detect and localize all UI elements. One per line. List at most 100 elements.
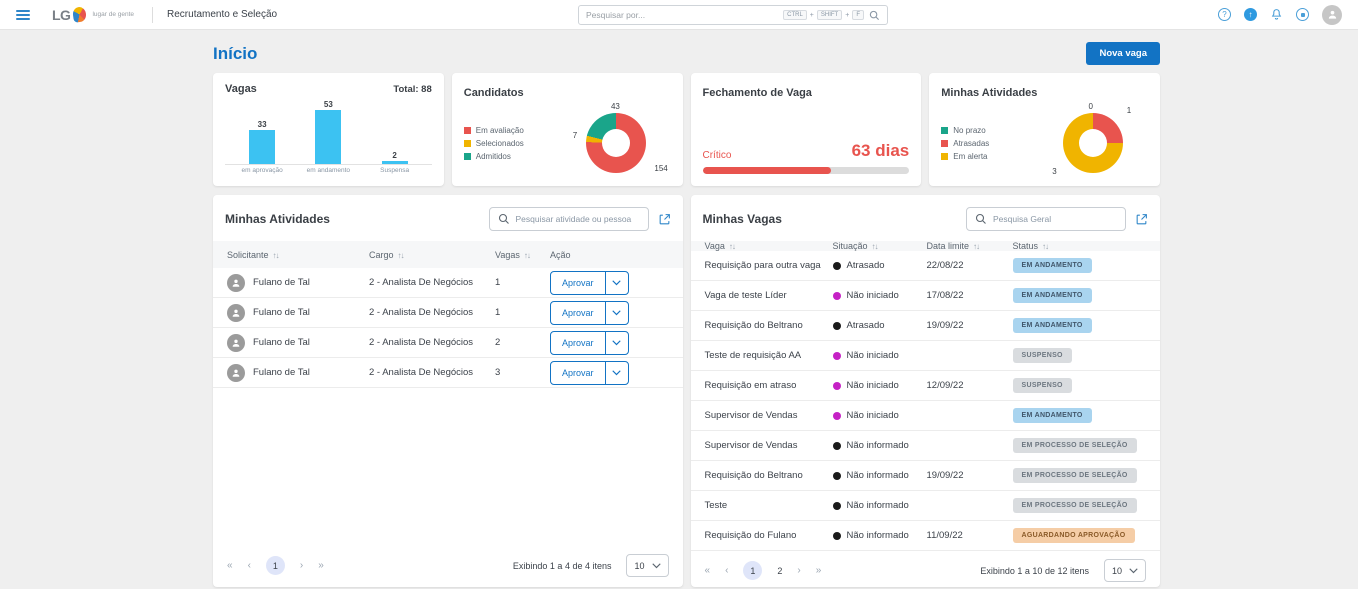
- help-icon[interactable]: ?: [1218, 8, 1231, 21]
- page-number[interactable]: 1: [743, 561, 762, 580]
- first-page-button[interactable]: «: [227, 560, 233, 571]
- status-badge: SUSPENSO: [1013, 378, 1072, 393]
- legend-item: Atrasadas: [941, 139, 1033, 148]
- approve-button[interactable]: Aprovar: [550, 271, 606, 295]
- situation-label: Não iniciado: [847, 350, 899, 361]
- page-size-value: 10: [634, 561, 644, 571]
- vacancies-export-icon[interactable]: [1135, 213, 1148, 226]
- situation-cell: Não informado: [833, 500, 927, 511]
- table-row: Fulano de Tal2 - Analista De Negócios1Ap…: [213, 298, 683, 328]
- situation-label: Não iniciado: [847, 290, 899, 301]
- search-icon: [975, 213, 987, 225]
- vacancies-count-cell: 1: [495, 307, 550, 318]
- status-dot: [833, 292, 841, 300]
- vacancies-panel: Minhas Vagas Vaga↑↓Situação↑↓Data limite…: [691, 195, 1161, 587]
- user-avatar[interactable]: [1322, 5, 1342, 25]
- card-vagas-title: Vagas: [225, 83, 257, 95]
- situation-label: Não informado: [847, 440, 909, 451]
- next-page-button[interactable]: ›: [300, 560, 303, 571]
- approve-dropdown-button[interactable]: [605, 361, 629, 385]
- table-row: Teste de requisição AANão iniciadoSUSPEN…: [691, 341, 1161, 371]
- legend-item: Selecionados: [464, 139, 556, 148]
- sort-icon[interactable]: ↑↓: [729, 242, 735, 251]
- avatar: [227, 274, 245, 292]
- deadline-cell: 22/08/22: [927, 260, 1013, 271]
- sort-icon[interactable]: ↑↓: [1042, 242, 1048, 251]
- table-row: Vaga de teste LíderNão iniciado17/08/22E…: [691, 281, 1161, 311]
- sort-icon[interactable]: ↑↓: [524, 251, 530, 260]
- status-badge: EM ANDAMENTO: [1013, 258, 1092, 273]
- status-dot: [833, 442, 841, 450]
- notifications-bell-icon[interactable]: [1270, 8, 1283, 21]
- approve-dropdown-button[interactable]: [605, 331, 629, 355]
- approve-button[interactable]: Aprovar: [550, 361, 606, 385]
- first-page-button[interactable]: «: [705, 565, 711, 576]
- sort-icon[interactable]: ↑↓: [273, 251, 279, 260]
- column-header[interactable]: Vaga ↑↓: [705, 241, 833, 251]
- last-page-button[interactable]: »: [816, 565, 822, 576]
- status-cell: EM ANDAMENTO: [1013, 408, 1147, 423]
- table-row: Requisição do BeltranoAtrasado19/09/22EM…: [691, 311, 1161, 341]
- column-header[interactable]: Solicitante↑↓: [227, 250, 369, 260]
- new-vacancy-button[interactable]: Nova vaga: [1086, 42, 1160, 65]
- activities-pagination: «‹1›»Exibindo 1 a 4 de 4 itens10: [213, 546, 683, 577]
- action-cell: Aprovar: [550, 271, 669, 295]
- situation-label: Não iniciado: [847, 410, 899, 421]
- sort-icon[interactable]: ↑↓: [872, 242, 878, 251]
- sort-icon[interactable]: ↑↓: [973, 242, 979, 251]
- page-size-select[interactable]: 10: [626, 554, 668, 577]
- prev-page-button[interactable]: ‹: [248, 560, 251, 571]
- chevron-down-icon: [612, 310, 621, 316]
- legend-label: No prazo: [953, 126, 985, 135]
- target-icon[interactable]: [1296, 8, 1309, 21]
- column-header[interactable]: Cargo↑↓: [369, 250, 495, 260]
- vacancy-name-cell: Requisição para outra vaga: [705, 260, 833, 271]
- status-badge: AGUARDANDO APROVAÇÃO: [1013, 528, 1135, 543]
- approve-dropdown-button[interactable]: [605, 301, 629, 325]
- column-label: Vaga: [705, 241, 725, 251]
- activities-export-icon[interactable]: [658, 213, 671, 226]
- sort-icon[interactable]: ↑↓: [398, 251, 404, 260]
- page-number[interactable]: 2: [777, 566, 782, 576]
- card-vagas-total: Total: 88: [393, 84, 431, 95]
- column-header[interactable]: Data limite↑↓: [927, 241, 1013, 251]
- activities-table-header: Solicitante↑↓Cargo↑↓Vagas↑↓Ação: [213, 241, 683, 268]
- global-search-input[interactable]: [586, 10, 778, 20]
- panels: Minhas Atividades Solicitante↑↓Cargo↑↓Va…: [213, 195, 1160, 587]
- activities-search-input[interactable]: [516, 214, 640, 224]
- person-icon: [231, 338, 241, 348]
- activities-search[interactable]: [489, 207, 649, 231]
- status-dot: [833, 352, 841, 360]
- approve-button[interactable]: Aprovar: [550, 331, 606, 355]
- last-page-button[interactable]: »: [318, 560, 324, 571]
- shortcut-key: SHIFT: [817, 10, 842, 20]
- avatar: [227, 364, 245, 382]
- approve-dropdown-button[interactable]: [605, 271, 629, 295]
- status-dot: [833, 322, 841, 330]
- brand-logo: LG lugar de gente: [52, 7, 134, 23]
- arrow-up-circle-icon[interactable]: ↑: [1244, 8, 1257, 21]
- menu-icon[interactable]: [16, 10, 30, 20]
- approve-button[interactable]: Aprovar: [550, 301, 606, 325]
- table-row: Fulano de Tal2 - Analista De Negócios2Ap…: [213, 328, 683, 358]
- page-size-select[interactable]: 10: [1104, 559, 1146, 582]
- vacancies-search[interactable]: [966, 207, 1126, 231]
- requester-cell: Fulano de Tal: [227, 274, 369, 292]
- global-search[interactable]: CTRL+SHIFT+F: [578, 5, 888, 25]
- search-icon: [498, 213, 510, 225]
- search-icon[interactable]: [869, 10, 880, 21]
- page-number[interactable]: 1: [266, 556, 285, 575]
- column-header[interactable]: Status↑↓: [1013, 241, 1147, 251]
- person-icon: [1327, 9, 1338, 20]
- chevron-down-icon: [612, 340, 621, 346]
- column-header[interactable]: Situação↑↓: [833, 241, 927, 251]
- candidatos-donut-chart: 154743: [586, 113, 646, 173]
- column-header[interactable]: Vagas ↑↓: [495, 250, 550, 260]
- vacancies-search-input[interactable]: [993, 214, 1117, 224]
- status-dot: [833, 382, 841, 390]
- column-label: Vagas: [495, 250, 520, 260]
- closing-progress-fill: [703, 167, 831, 174]
- status-dot: [833, 262, 841, 270]
- next-page-button[interactable]: ›: [797, 565, 800, 576]
- prev-page-button[interactable]: ‹: [725, 565, 728, 576]
